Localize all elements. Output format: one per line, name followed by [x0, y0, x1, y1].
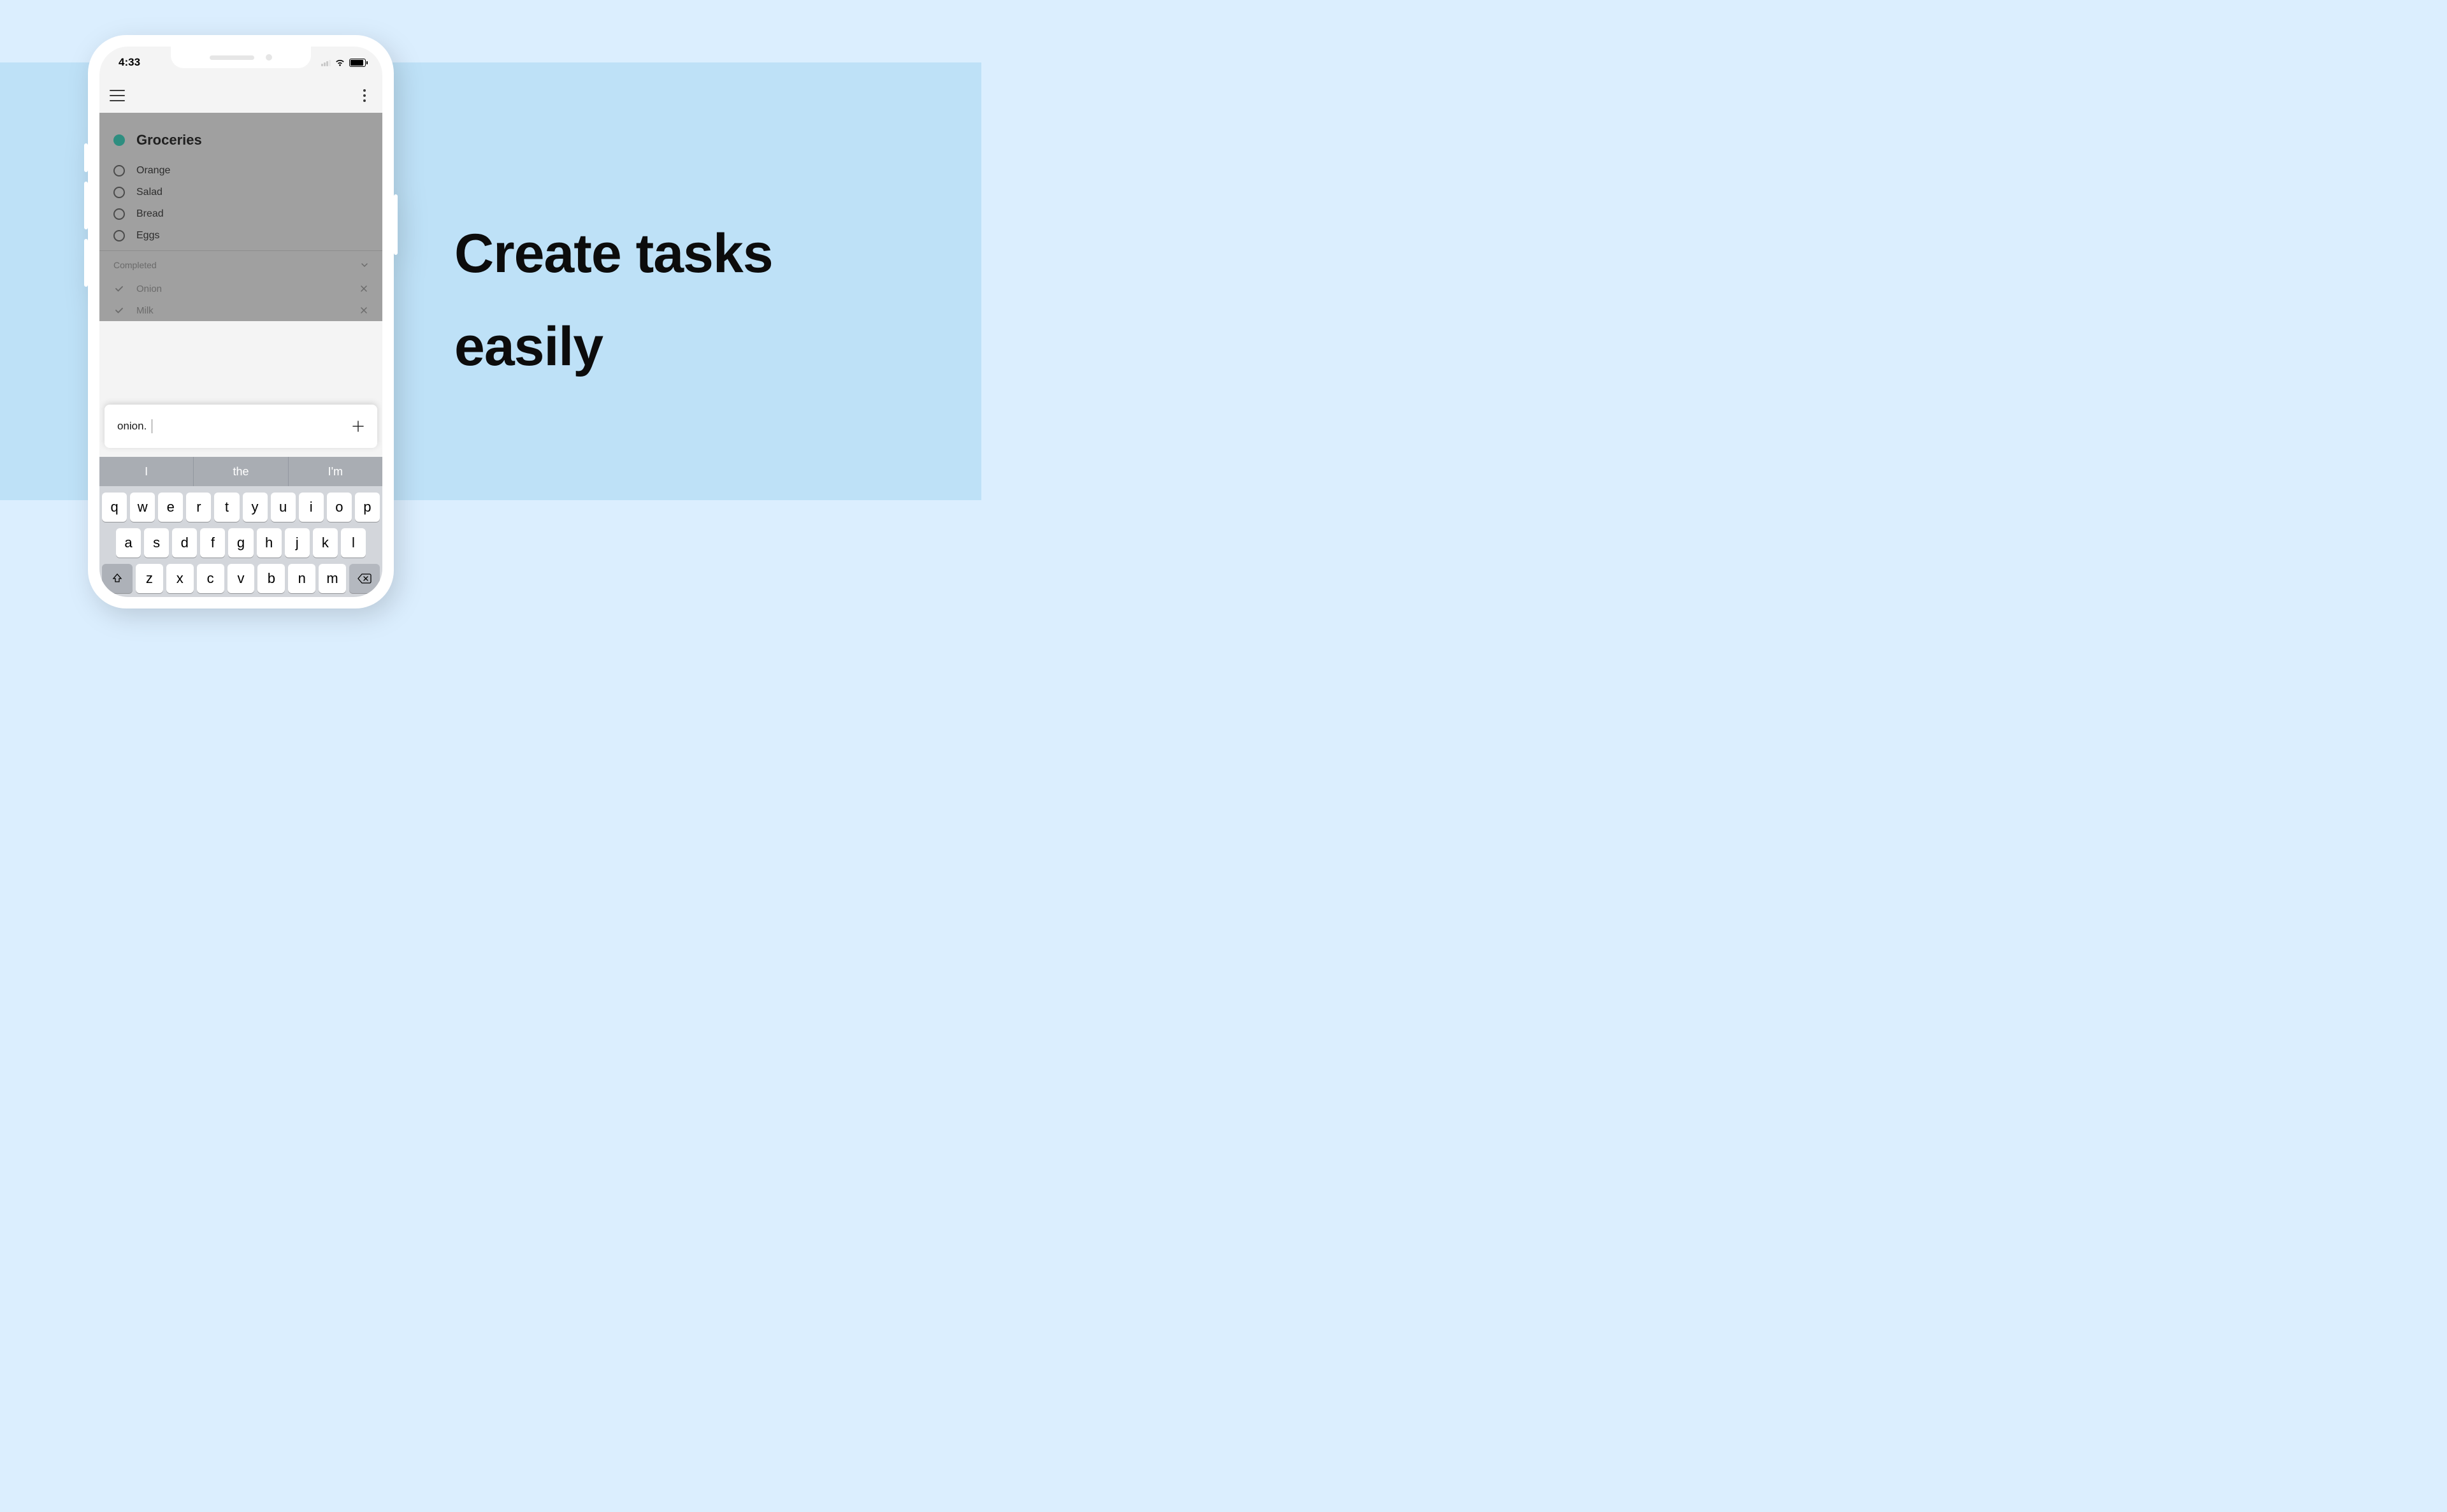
task-checkbox-icon[interactable]	[113, 165, 125, 176]
task-label: Salad	[136, 187, 162, 198]
task-checkbox-icon[interactable]	[113, 187, 125, 198]
key[interactable]: r	[186, 493, 211, 522]
completed-label: Completed	[113, 260, 157, 270]
key[interactable]: l	[341, 528, 366, 558]
key[interactable]: c	[197, 564, 224, 593]
task-row[interactable]: Salad	[99, 182, 382, 203]
keyboard-suggestion[interactable]: the	[194, 457, 288, 486]
key[interactable]: j	[285, 528, 310, 558]
delete-icon[interactable]	[359, 284, 368, 293]
completed-task-label: Milk	[136, 305, 348, 316]
phone-mockup: 4:33 Groceries	[88, 35, 394, 608]
completed-section-header[interactable]: Completed	[99, 250, 382, 278]
task-checkbox-icon[interactable]	[113, 230, 125, 241]
keyboard: I the I'm q w e r t y u i o p a	[99, 457, 382, 597]
key[interactable]: e	[158, 493, 183, 522]
hero-headline: Create tasks easily	[454, 207, 773, 393]
battery-icon	[349, 59, 366, 67]
task-label: Orange	[136, 165, 170, 176]
key[interactable]: d	[172, 528, 197, 558]
task-row[interactable]: Bread	[99, 203, 382, 225]
check-icon	[113, 305, 125, 316]
phone-notch	[171, 47, 311, 68]
shift-key[interactable]	[102, 564, 133, 593]
status-time: 4:33	[119, 56, 140, 69]
key[interactable]: y	[243, 493, 268, 522]
key[interactable]: b	[257, 564, 285, 593]
plus-icon[interactable]	[352, 420, 365, 433]
keyboard-suggestion[interactable]: I'm	[289, 457, 382, 486]
backspace-icon	[357, 573, 372, 584]
completed-task-row[interactable]: Milk	[99, 299, 382, 321]
key[interactable]: h	[257, 528, 282, 558]
check-icon	[113, 283, 125, 294]
keyboard-suggestion[interactable]: I	[99, 457, 194, 486]
key[interactable]: x	[166, 564, 194, 593]
key[interactable]: u	[271, 493, 296, 522]
key[interactable]: n	[288, 564, 315, 593]
task-row[interactable]: Eggs	[99, 225, 382, 250]
shift-icon	[112, 573, 123, 584]
hero-line-2: easily	[454, 300, 773, 393]
backspace-key[interactable]	[349, 564, 380, 593]
completed-task-label: Onion	[136, 284, 348, 294]
completed-task-row[interactable]: Onion	[99, 278, 382, 299]
key[interactable]: i	[299, 493, 324, 522]
key[interactable]: a	[116, 528, 141, 558]
key[interactable]: t	[214, 493, 239, 522]
list-title: Groceries	[136, 132, 202, 148]
signal-icon	[321, 59, 331, 66]
key[interactable]: k	[313, 528, 338, 558]
key[interactable]: s	[144, 528, 169, 558]
key[interactable]: w	[130, 493, 155, 522]
app-bar	[99, 78, 382, 113]
key[interactable]: m	[319, 564, 346, 593]
key[interactable]: v	[227, 564, 255, 593]
wifi-icon	[335, 59, 345, 67]
hero-line-1: Create tasks	[454, 207, 773, 300]
key[interactable]: g	[228, 528, 253, 558]
task-label: Bread	[136, 208, 164, 220]
delete-icon[interactable]	[359, 306, 368, 315]
task-label: Eggs	[136, 230, 159, 241]
key[interactable]: z	[136, 564, 163, 593]
key[interactable]: p	[355, 493, 380, 522]
key[interactable]: q	[102, 493, 127, 522]
task-list-dimmed: Groceries Orange Salad Bread Eggs	[99, 113, 382, 321]
key[interactable]: f	[200, 528, 225, 558]
new-task-input[interactable]: onion.	[117, 420, 147, 433]
hamburger-icon[interactable]	[110, 90, 125, 101]
task-row[interactable]: Orange	[99, 160, 382, 182]
key[interactable]: o	[327, 493, 352, 522]
more-icon[interactable]	[358, 89, 371, 102]
new-task-input-card: onion.	[105, 405, 377, 448]
chevron-down-icon	[361, 261, 368, 269]
list-color-dot	[113, 134, 125, 146]
task-checkbox-icon[interactable]	[113, 208, 125, 220]
